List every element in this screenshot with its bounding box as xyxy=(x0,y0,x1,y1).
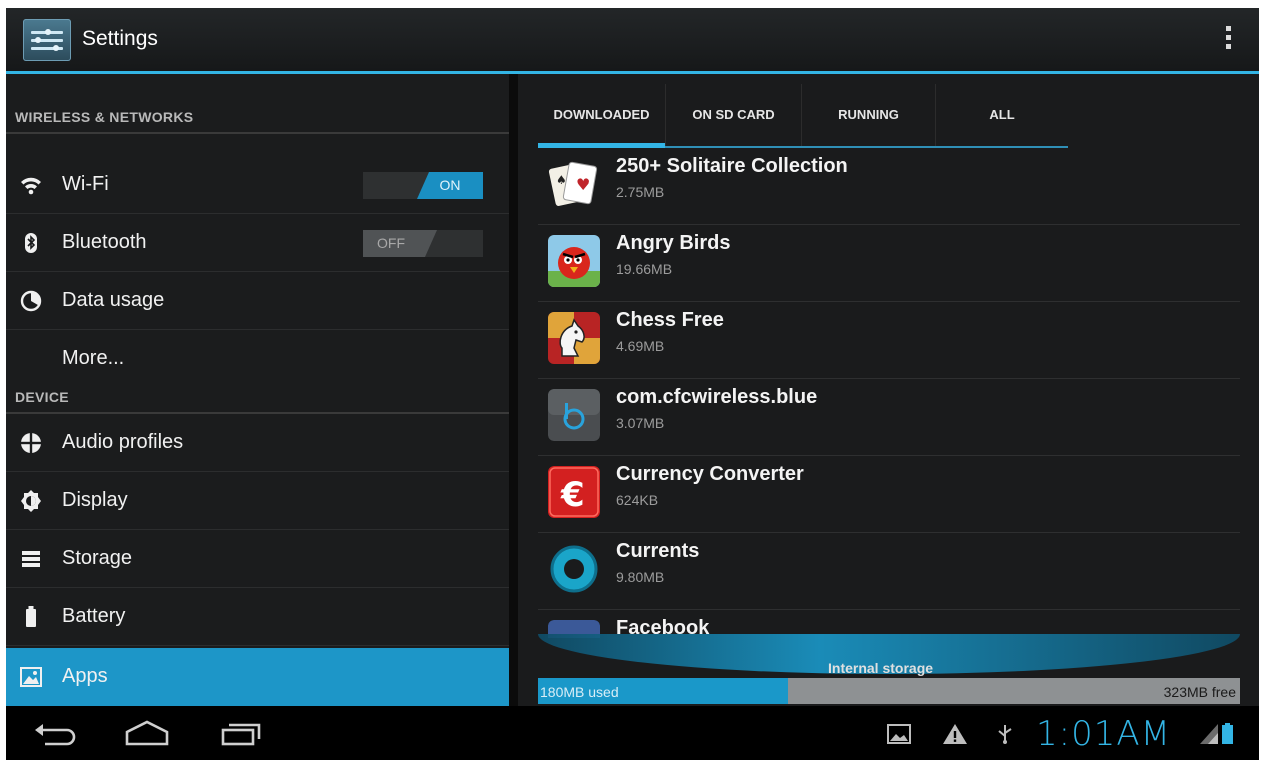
app-name: Angry Birds xyxy=(616,232,731,254)
app-row-currency-converter[interactable]: € Currency Converter 624KB xyxy=(538,456,1240,533)
angry-birds-icon xyxy=(548,235,600,287)
system-navigation-bar: 1:01AM xyxy=(6,706,1259,760)
storage-used-label: 180MB used xyxy=(540,684,619,700)
app-row-currents[interactable]: Currents 9.80MB xyxy=(538,533,1240,610)
app-name: Currents xyxy=(616,540,700,562)
tab-running[interactable]: RUNNING xyxy=(802,84,936,146)
app-size: 9.80MB xyxy=(616,569,665,585)
bluetooth-toggle[interactable]: OFF xyxy=(363,230,483,257)
action-bar: Settings xyxy=(6,8,1259,74)
svg-text:♠: ♠ xyxy=(556,173,567,187)
apps-icon xyxy=(19,666,43,688)
app-size: 3.07MB xyxy=(616,415,665,431)
settings-item-bluetooth[interactable]: Bluetooth OFF xyxy=(6,214,509,272)
settings-item-label: Bluetooth xyxy=(62,231,147,253)
app-name: com.cfcwireless.blue xyxy=(616,386,818,408)
settings-sliders-icon[interactable] xyxy=(23,19,71,61)
app-size: 4.69MB xyxy=(616,338,665,354)
app-name: Chess Free xyxy=(616,309,724,331)
settings-item-more[interactable]: More... xyxy=(6,330,509,388)
usb-icon[interactable] xyxy=(996,724,1014,754)
wifi-toggle[interactable]: ON xyxy=(363,172,483,199)
settings-item-battery[interactable]: Battery xyxy=(6,588,509,646)
wifi-icon xyxy=(19,174,43,196)
back-icon[interactable] xyxy=(31,718,77,748)
settings-item-label: Apps xyxy=(62,665,108,687)
tab-downloaded[interactable]: DOWNLOADED xyxy=(538,84,666,148)
section-header-wireless: WIRELESS & NETWORKS xyxy=(6,104,509,134)
home-icon[interactable] xyxy=(123,718,171,748)
cfcwireless-icon xyxy=(548,389,600,441)
settings-item-label: Storage xyxy=(62,547,133,569)
settings-item-storage[interactable]: Storage xyxy=(6,530,509,588)
status-clock: 1:01AM xyxy=(1036,714,1171,754)
tab-on-sd-card[interactable]: ON SD CARD xyxy=(666,84,802,146)
app-row-angry-birds[interactable]: Angry Birds 19.66MB xyxy=(538,225,1240,302)
settings-item-label: Battery xyxy=(62,605,126,627)
svg-text:€: € xyxy=(560,475,585,515)
storage-icon xyxy=(19,548,43,570)
settings-item-data-usage[interactable]: Data usage xyxy=(6,272,509,330)
settings-item-label: Data usage xyxy=(62,289,165,311)
chess-icon xyxy=(548,312,600,364)
warning-icon[interactable] xyxy=(942,723,968,753)
wifi-toggle-state: ON xyxy=(417,172,483,199)
tablet-screen: Settings WIRELESS & NETWORKS Wi-Fi ON Bl… xyxy=(6,8,1259,760)
app-row-solitaire[interactable]: ♥ ♠ 250+ Solitaire Collection 2.75MB xyxy=(538,148,1240,225)
solitaire-icon: ♥ ♠ xyxy=(548,158,600,210)
data-usage-icon xyxy=(19,290,43,312)
app-size: 2.75MB xyxy=(616,184,665,200)
page-title: Settings xyxy=(82,27,158,50)
recent-apps-icon[interactable] xyxy=(219,718,263,748)
app-row-chess-free[interactable]: Chess Free 4.69MB xyxy=(538,302,1240,379)
storage-title: Internal storage xyxy=(828,660,934,676)
currency-converter-icon: € xyxy=(548,466,600,518)
display-icon xyxy=(19,490,43,512)
settings-item-wifi[interactable]: Wi-Fi ON xyxy=(6,156,509,214)
signal-battery-icon[interactable] xyxy=(1198,720,1238,750)
internal-storage-bar: Internal storage 180MB used 323MB free xyxy=(538,634,1240,706)
settings-item-label: Wi-Fi xyxy=(62,173,109,195)
app-list[interactable]: ♥ ♠ 250+ Solitaire Collection 2.75MB Angr… xyxy=(538,148,1240,638)
audio-profiles-icon xyxy=(19,432,43,454)
settings-item-label: More... xyxy=(62,347,125,369)
app-name: Currency Converter xyxy=(616,463,804,485)
settings-item-audio-profiles[interactable]: Audio profiles xyxy=(6,414,509,472)
overflow-menu-icon[interactable] xyxy=(1223,26,1233,54)
tab-all[interactable]: ALL xyxy=(936,84,1068,146)
section-header-device: DEVICE xyxy=(6,386,509,414)
settings-item-label: Display xyxy=(62,489,128,511)
gallery-notification-icon[interactable] xyxy=(886,723,912,753)
svg-text:♥: ♥ xyxy=(576,175,590,194)
apps-pane: DOWNLOADED ON SD CARD RUNNING ALL ♥ ♠ 250… xyxy=(518,74,1259,706)
app-name: 250+ Solitaire Collection xyxy=(616,155,848,177)
app-size: 624KB xyxy=(616,492,659,508)
app-size: 19.66MB xyxy=(616,261,673,277)
bluetooth-toggle-state: OFF xyxy=(363,230,437,257)
app-row-cfcwireless[interactable]: com.cfcwireless.blue 3.07MB xyxy=(538,379,1240,456)
settings-list: WIRELESS & NETWORKS Wi-Fi ON Bluetooth O… xyxy=(6,74,509,706)
battery-icon xyxy=(19,606,43,628)
apps-tab-bar: DOWNLOADED ON SD CARD RUNNING ALL xyxy=(538,84,1068,148)
settings-item-display[interactable]: Display xyxy=(6,472,509,530)
currents-icon xyxy=(548,543,600,595)
settings-item-apps[interactable]: Apps xyxy=(6,648,509,706)
settings-item-label: Audio profiles xyxy=(62,431,184,453)
bluetooth-icon xyxy=(19,232,43,254)
storage-free-label: 323MB free xyxy=(1163,684,1236,700)
